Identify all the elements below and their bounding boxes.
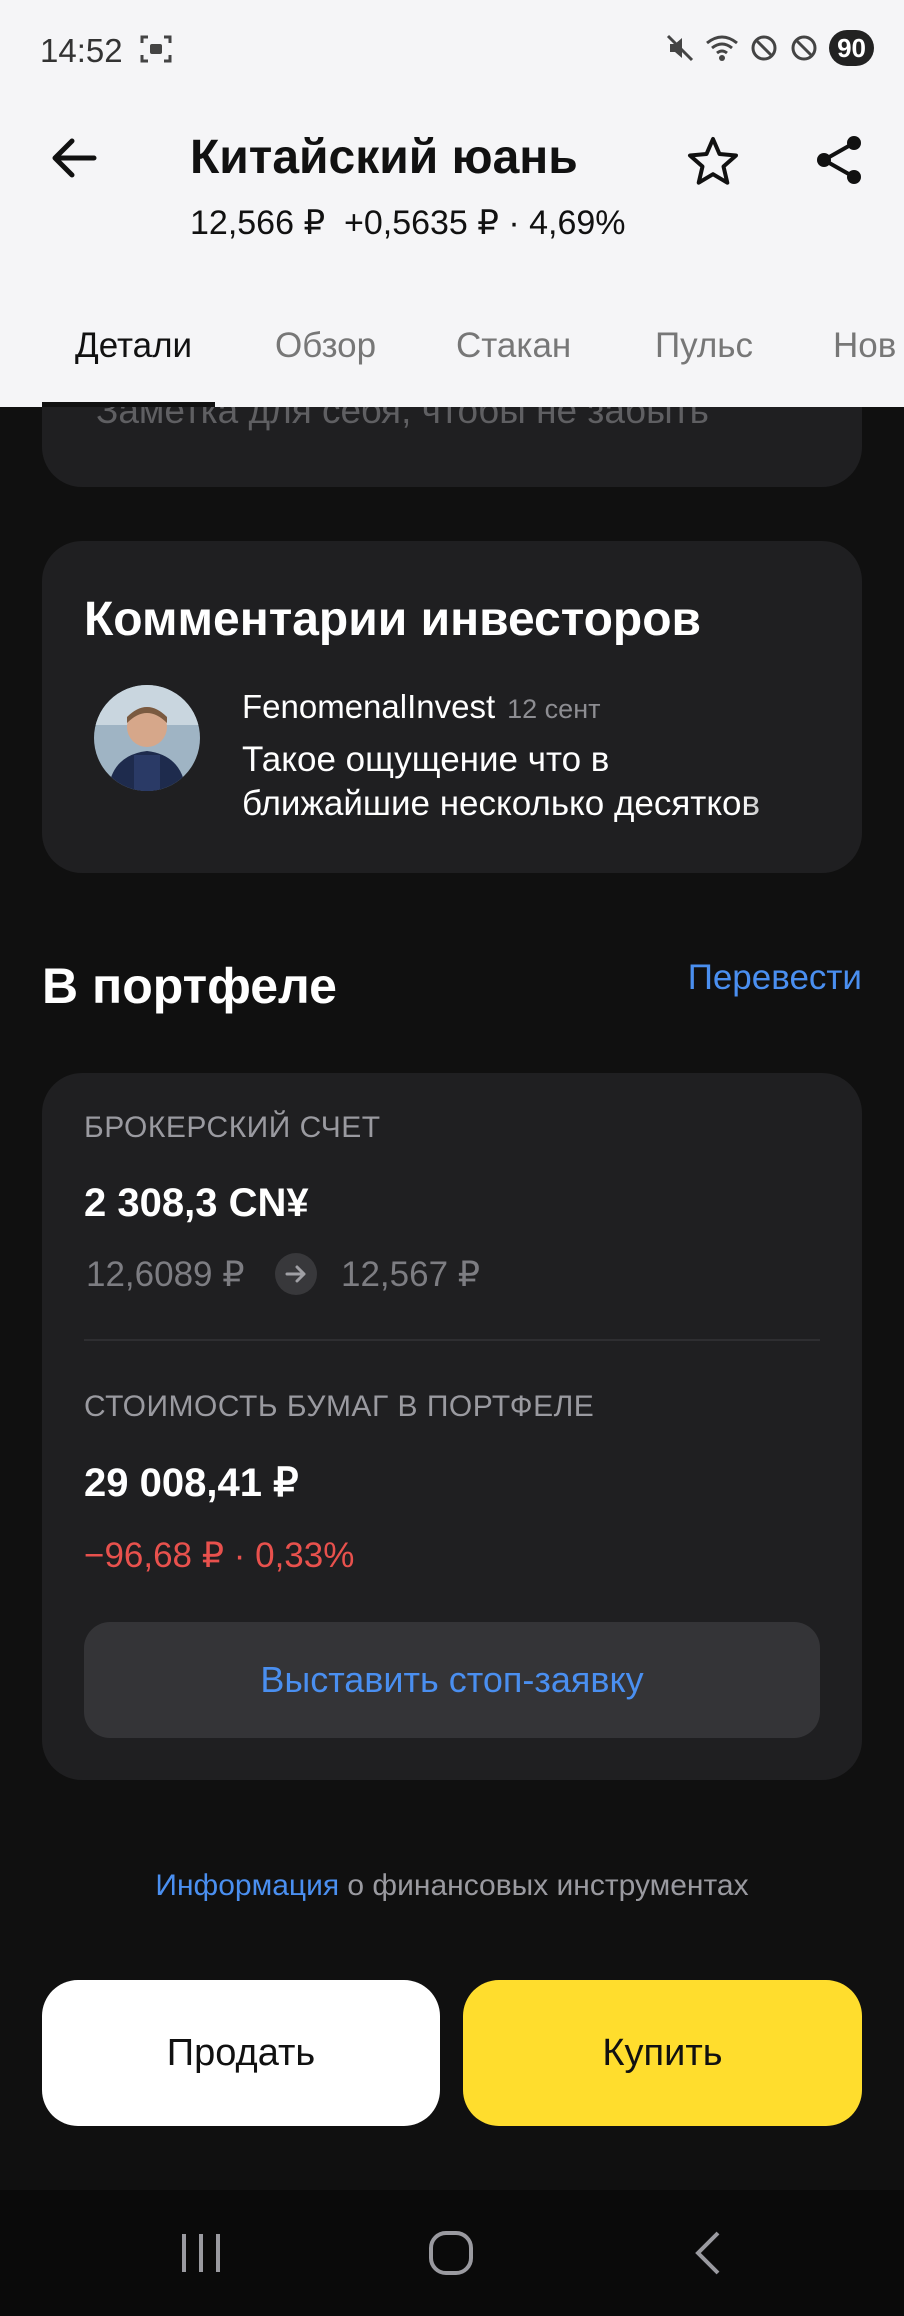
active-tab-indicator — [42, 402, 215, 407]
divider — [84, 1339, 820, 1341]
average-price: 12,6089 ₽ — [86, 1255, 245, 1294]
back-button[interactable] — [46, 130, 102, 186]
no-signal-icon — [751, 35, 777, 61]
transfer-link[interactable]: Перевести — [688, 958, 862, 998]
app-header: 14:52 90 Китайский юань 12,566 ₽ +0,5635… — [0, 0, 904, 407]
tab-pulse[interactable]: Пульс — [655, 326, 753, 366]
tab-news[interactable]: Нов — [833, 326, 896, 366]
tab-overview[interactable]: Обзор — [275, 326, 376, 366]
buy-button[interactable]: Купить — [463, 1980, 862, 2126]
status-time: 14:52 — [40, 32, 123, 69]
screenshot-icon — [140, 34, 172, 64]
stop-order-button[interactable]: Выставить стоп-заявку — [84, 1622, 820, 1738]
broker-amount: 2 308,3 CN¥ — [84, 1181, 309, 1225]
tab-order-book[interactable]: Стакан — [456, 326, 571, 366]
info-text: о финансовых инструментах — [339, 1869, 749, 1902]
instruments-info: Информация о финансовых инструментах — [0, 1869, 904, 1903]
no-signal-icon — [791, 35, 817, 61]
portfolio-value-change: −96,68 ₽ · 0,33% — [84, 1536, 355, 1575]
comment-fade — [740, 770, 820, 820]
tab-bar: Детали Обзор Стакан Пульс Нов — [0, 318, 904, 407]
status-icons: 90 — [665, 30, 874, 66]
mute-icon — [667, 34, 694, 62]
arrow-right-icon — [275, 1253, 317, 1295]
page-title: Китайский юань — [190, 131, 578, 184]
share-icon[interactable] — [812, 132, 868, 188]
price-change: +0,5635 ₽ · 4,69% — [343, 204, 626, 242]
comment-author[interactable]: FenomenalInvest — [242, 688, 495, 725]
info-link[interactable]: Информация — [155, 1869, 339, 1902]
comment-author-line: FenomenalInvest 12 сент — [242, 688, 600, 726]
comment-text[interactable]: Такое ощущение что в ближайшие несколько… — [242, 738, 804, 826]
current-price: 12,567 ₽ — [341, 1255, 481, 1294]
home-button[interactable] — [428, 2230, 474, 2281]
back-nav-button[interactable] — [686, 2230, 732, 2281]
current-price-header: 12,566 ₽ — [190, 204, 326, 242]
portfolio-title: В портфеле — [42, 958, 337, 1014]
comments-title: Комментарии инвесторов — [84, 593, 702, 646]
broker-account-label: БРОКЕРСКИЙ СЧЕТ — [84, 1111, 381, 1144]
comment-date: 12 сент — [507, 694, 601, 724]
price-line: 12,566 ₽ +0,5635 ₽ · 4,69% — [190, 203, 626, 243]
sell-button[interactable]: Продать — [42, 1980, 440, 2126]
wifi-icon — [706, 35, 739, 61]
tab-details[interactable]: Детали — [75, 326, 192, 366]
portfolio-value-amount: 29 008,41 ₽ — [84, 1461, 299, 1505]
favorite-star-icon[interactable] — [685, 134, 741, 190]
battery-level: 90 — [829, 30, 874, 66]
avatar[interactable] — [94, 685, 200, 791]
recent-apps-button[interactable] — [178, 2230, 224, 2281]
system-navigation-bar — [0, 2190, 904, 2316]
portfolio-value-label: СТОИМОСТЬ БУМАГ В ПОРТФЕЛЕ — [84, 1390, 595, 1423]
